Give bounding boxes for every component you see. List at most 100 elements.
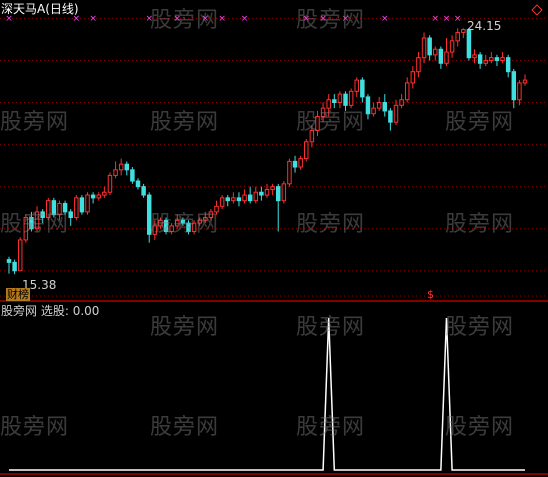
candle-body-down [477,54,483,64]
candle-body-up [421,37,427,59]
signal-marker: × [431,14,439,24]
candle-body-up [449,40,455,53]
candle-body-up [472,54,477,59]
candle-body-up [483,59,488,64]
signal-marker: × [319,14,327,24]
candle-body-up [46,200,51,218]
candle-body-up [118,163,124,171]
candle-body-down [365,96,371,115]
dollar-marker: $ [427,288,434,301]
candle-body-down [79,197,85,213]
candle-body-up [85,194,90,213]
candle-body-up [23,216,29,241]
candle-body-down [259,191,264,196]
candle-body-up [433,48,438,56]
candle-body-down [68,211,73,218]
candle-body-down [135,180,141,188]
candle-body-up [326,99,331,109]
candle-body-down [275,186,281,202]
candle-body-up [96,194,101,199]
candle-body-down [382,102,388,112]
candle-body-up [34,211,40,230]
candle-body-up [74,197,79,218]
candle-body-down [292,160,298,168]
candle-body-up [281,183,287,202]
candle-body-up [354,79,359,92]
candle-body-down [494,57,500,61]
candle-body-down [332,99,337,104]
candle-body-up [500,57,505,61]
candle-body-down [427,37,432,56]
candle-body-up [315,116,320,132]
candle-body-up [348,90,354,106]
candle-body-up [197,219,202,224]
candle-body-down [130,169,135,182]
candle-body-up [214,205,219,213]
candle-body-up [461,29,466,33]
signal-marker: × [89,14,97,24]
candle-body-down [438,48,444,64]
candle-body-up [404,82,410,101]
indicator-line [9,317,525,471]
candle-body-down [225,197,230,202]
candle-body-up [522,79,528,84]
candle-body-up [203,216,208,221]
candle-body-up [410,71,416,84]
candle-body-down [90,194,96,199]
finance-badge[interactable]: 财榜 [6,288,30,301]
indicator-header: 股旁网 选股: 0.00 [1,304,100,318]
stock-name[interactable]: 深天马A [1,2,45,16]
candle-body-up [113,169,118,176]
candle-body-up [455,31,460,42]
candle-body-up [489,57,494,61]
candle-body-down [360,79,365,98]
candle-body-up [231,197,236,202]
stock-chart-canvas[interactable]: × × × × × × × × × × × × × × × [0,0,548,477]
candle-body-up [191,222,197,233]
candle-body-up [107,174,113,193]
candle-body-up [399,99,404,106]
candle-body-down [29,216,34,230]
candle-body-down [247,194,253,202]
candle-body-up [208,211,214,218]
signal-marker: × [173,14,181,24]
indicator-value: 0.00 [72,304,100,318]
candle-body-down [505,57,511,73]
candle-body-up [298,158,303,168]
candle-body-down [40,211,45,218]
period-label[interactable]: (日线) [45,2,78,16]
candle-body-up [102,191,107,196]
candle-body-up [219,197,225,207]
signal-marker: × [202,14,210,24]
candle-body-up [270,186,275,190]
candle-body-down [343,93,348,106]
signal-marker: × [342,14,350,24]
candle-body-up [175,219,180,227]
candle-body-up [264,188,270,196]
candle-body-down [124,163,130,171]
candle-body-up [309,130,315,143]
indicator-name[interactable]: 股旁网 选股 [1,304,65,318]
candle-body-down [180,219,186,224]
candle-body-down [466,29,472,59]
candle-body-up [17,239,23,272]
candle-body-up [444,51,449,64]
candle-body-up [320,107,326,118]
candle-body-down [62,202,68,213]
signal-marker: × [241,14,249,24]
candle-body-down [236,197,242,202]
candle-body-down [163,219,169,233]
signal-marker: × [381,14,389,24]
candle-body-up [393,104,399,123]
candle-body-up [304,141,309,160]
signal-marker: × [145,14,153,24]
candle-body-up [152,225,158,235]
candle-body-down [388,110,393,123]
signal-marker: × [443,14,451,24]
candle-body-up [371,107,376,115]
signal-marker: × [218,14,226,24]
candle-body-down [12,261,17,272]
signal-marker: × [454,14,462,24]
candle-body-up [416,57,421,73]
candle-body-up [253,191,259,202]
